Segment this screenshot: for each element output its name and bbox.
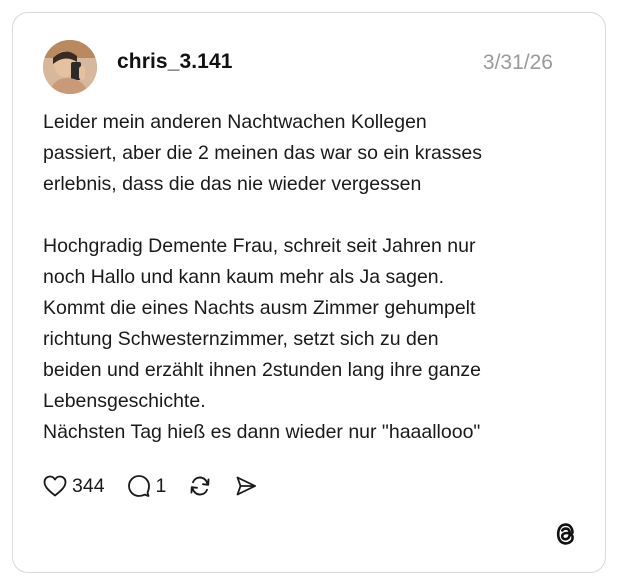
- like-count: 344: [72, 474, 105, 497]
- like-button[interactable]: 344: [43, 475, 105, 498]
- post-paragraph-1: Leider mein anderen Nachtwachen Kollegen…: [43, 111, 482, 195]
- reply-button[interactable]: 1: [127, 474, 167, 498]
- avatar-image: [43, 40, 97, 94]
- repost-icon: [188, 474, 212, 498]
- username[interactable]: chris_3.141: [117, 50, 233, 74]
- post-text: Leider mein anderen Nachtwachen Kollegen…: [43, 107, 583, 448]
- threads-logo-icon: [553, 520, 579, 548]
- avatar[interactable]: [43, 40, 97, 94]
- post-card: chris_3.141 3/31/26 Leider mein anderen …: [12, 12, 606, 573]
- reply-count: 1: [155, 474, 167, 497]
- post-date: 3/31/26: [482, 51, 553, 74]
- send-icon: [234, 474, 258, 498]
- share-button[interactable]: [234, 474, 258, 498]
- heart-icon: [43, 475, 67, 497]
- speech-bubble-icon: [127, 474, 151, 498]
- action-bar: 344 1: [43, 473, 280, 499]
- post-paragraph-2: Hochgradig Demente Frau, schreit seit Ja…: [43, 235, 482, 443]
- repost-button[interactable]: [188, 474, 212, 498]
